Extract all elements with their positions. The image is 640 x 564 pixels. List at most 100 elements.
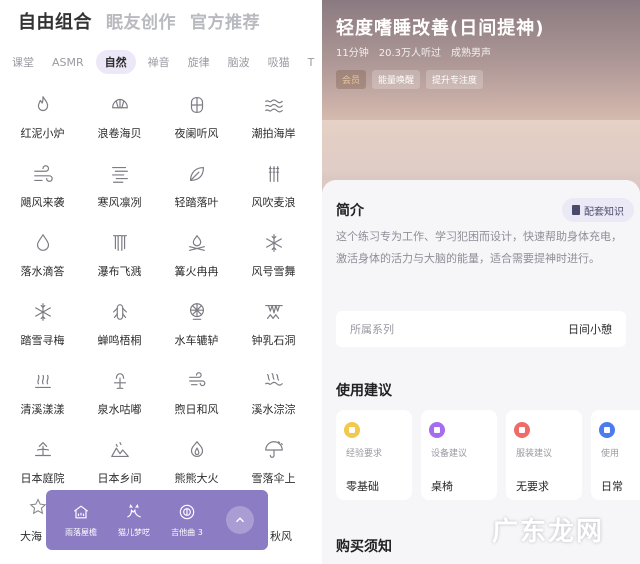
sound-item[interactable]: 飓风来袭 [4,159,81,216]
sound-item[interactable]: 潮拍海岸 [235,90,312,147]
flame-icon [37,96,48,112]
cat-icon [127,504,141,518]
player-item-guitar[interactable]: 吉他曲 3 [162,502,212,538]
sound-item-label: 篝火冉冉 [174,265,219,278]
advice-key: 设备建议 [431,449,468,459]
sound-item[interactable]: 夜阑听风 [158,90,235,147]
sound-item-label: 风号雪舞 [251,265,296,278]
course-description: 这个练习专为工作、学习犯困而设计，快速帮助身体充电，激活身体的活力与大脑的能量，… [336,230,622,265]
waves-icon [264,99,283,113]
sound-item[interactable]: 轻踏落叶 [158,159,235,216]
tab-free-combo[interactable]: 自由组合 [18,8,92,34]
wind-icon [33,165,53,182]
category-class[interactable]: 课堂 [6,50,40,74]
cave-icon [264,304,283,320]
sound-item[interactable]: 日本乡间 [81,435,158,492]
series-row[interactable]: 所属系列 日间小憩 [336,311,626,347]
watermark: 广东龙网 [491,517,604,547]
sound-item[interactable]: 寒风凛冽 [81,159,158,216]
category-melody[interactable]: 旋律 [182,50,216,74]
advice-value: 桌椅 [431,480,453,493]
sound-item[interactable]: 风吹麦浪 [235,159,312,216]
advice-icon [344,422,360,438]
knowledge-button[interactable]: 配套知识 [562,198,634,222]
course-title: 轻度嗜睡改善(日间提神) [336,18,545,39]
sound-item[interactable]: 泉水咕嘟 [81,366,158,423]
sound-item[interactable]: 溪水淙淙 [235,366,312,423]
window-icon [190,97,203,113]
waterfall-icon [112,235,127,251]
wheat-icon [268,166,279,182]
expand-player-button[interactable] [226,506,254,534]
course-meta: 11分钟 20.3万人听过 成熟男声 [336,44,491,59]
sound-item-label: 轻踏落叶 [174,196,219,209]
sound-item-partial-left[interactable]: 大海 [20,528,42,544]
sound-item[interactable]: 篝火冉冉 [158,228,235,285]
advice-icon [599,422,615,438]
sound-item[interactable]: 熊熊大火 [158,435,235,492]
garden-icon [34,442,51,457]
advice-card: 服装建议 无要求 [506,410,582,500]
sound-item[interactable]: 瀑布飞溅 [81,228,158,285]
category-nature[interactable]: 自然 [95,50,136,74]
sound-item[interactable]: 红泥小炉 [4,90,81,147]
sound-item-label: 日本乡间 [97,472,142,485]
chevron-up-icon [236,517,244,523]
sound-item-partial-right[interactable]: 秋风 [270,528,292,544]
cicada-icon [112,304,127,320]
bonfire-icon [190,441,203,457]
sound-item[interactable]: 浪卷海贝 [81,90,158,147]
top-tabs: 自由组合 眠友创作 官方推荐 [18,8,260,34]
advice-value: 日常 [601,480,623,493]
voice-type: 成熟男声 [451,48,491,59]
advice-key: 服装建议 [516,449,553,459]
mix-player-bar[interactable]: 雨落屋檐 猫儿梦呓 吉他曲 3 [46,490,268,550]
sound-item-label: 潮拍海岸 [251,127,296,140]
series-label: 所属系列 [350,323,394,336]
sound-item[interactable]: 风号雪舞 [235,228,312,285]
umbrella-icon [264,441,283,458]
sound-item[interactable]: 钟乳石洞 [235,297,312,354]
knowledge-button-label: 配套知识 [584,206,624,218]
player-item-rain-eaves[interactable]: 雨落屋檐 [56,502,106,538]
spring-icon [113,373,126,389]
sound-item-label: 飓风来袭 [20,196,65,209]
tab-sleepmate-creations[interactable]: 眠友创作 [106,8,176,33]
creek-icon [264,373,283,386]
sound-item-label: 踏雪寻梅 [20,334,65,347]
tab-official-picks[interactable]: 官方推荐 [190,8,260,33]
sound-item-label: 煦日和风 [174,403,219,416]
player-item-cat-dream[interactable]: 猫儿梦呓 [109,502,159,538]
sound-item[interactable]: 煦日和风 [158,366,235,423]
category-asmr[interactable]: ASMR [46,52,90,73]
sound-item-label: 风吹麦浪 [251,196,296,209]
advice-heading: 使用建议 [336,383,392,399]
sound-item[interactable]: 日本庭院 [4,435,81,492]
category-partial[interactable]: T [302,52,321,73]
campfire-icon [188,235,205,251]
sound-item[interactable]: 清溪漾漾 [4,366,81,423]
sound-item[interactable]: 落水滴答 [4,228,81,285]
category-cats[interactable]: 吸猫 [262,50,296,74]
tag-focus: 提升专注度 [426,70,484,89]
sound-item-label: 日本庭院 [20,472,65,485]
leaf-icon [189,166,204,182]
category-zen[interactable]: 禅音 [142,50,176,74]
sound-item-label: 雪落伞上 [251,472,296,485]
member-badge: 会员 [336,70,367,89]
advice-cards: 经验要求 零基础 设备建议 桌椅 服装建议 无要求 使用 日常 [336,410,640,500]
shell-icon [111,98,128,109]
sound-item[interactable]: 雪落伞上 [235,435,312,492]
category-brainwave[interactable]: 脑波 [222,50,256,74]
tag-energy: 能量唤醒 [372,70,421,89]
advice-key: 经验要求 [346,449,383,459]
player-item-label: 吉他曲 3 [171,528,203,537]
snowflake-icon [34,303,51,321]
sound-item[interactable]: 蝉鸣梧桐 [81,297,158,354]
sound-item-label: 红泥小炉 [20,127,65,140]
sound-item-label: 溪水淙淙 [251,403,296,416]
sound-item-label: 蝉鸣梧桐 [97,334,142,347]
sound-item[interactable]: 踏雪寻梅 [4,297,81,354]
sound-mixer-panel: 自由组合 眠友创作 官方推荐 课堂 ASMR 自然 禅音 旋律 脑波 吸猫 T … [0,0,322,564]
sound-item[interactable]: 水车辘轳 [158,297,235,354]
